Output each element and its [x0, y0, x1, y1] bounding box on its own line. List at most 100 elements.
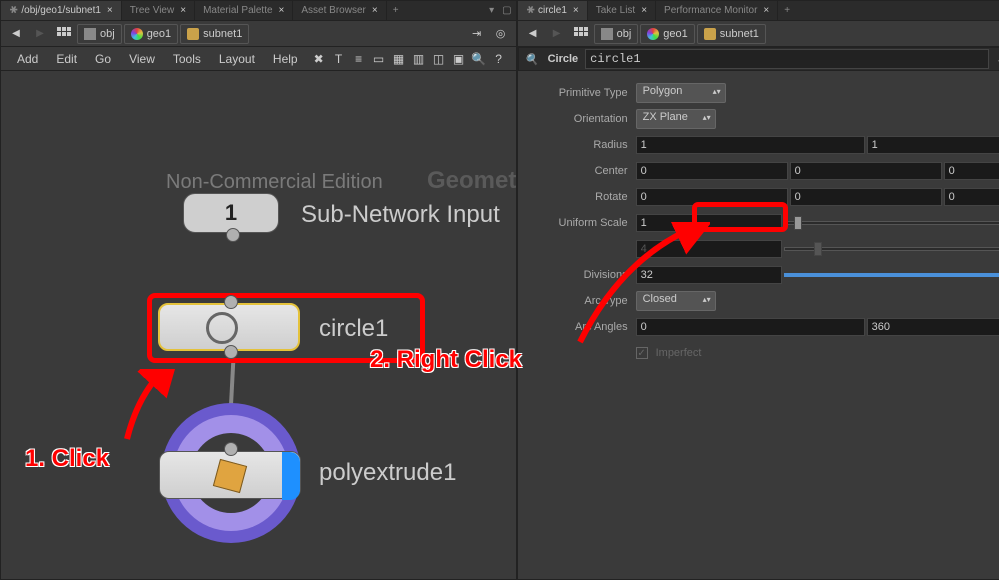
close-icon[interactable]: × — [372, 5, 378, 16]
nav-menu-button[interactable] — [53, 23, 75, 45]
param-center-x[interactable] — [636, 162, 788, 180]
box-icon[interactable]: ▭ — [370, 52, 388, 66]
menu-tools[interactable]: Tools — [165, 52, 209, 66]
palette-icon[interactable]: ▥ — [410, 52, 428, 66]
tab-asset-browser[interactable]: Asset Browser × — [293, 1, 386, 20]
tab-performance-monitor[interactable]: Performance Monitor × — [656, 1, 778, 20]
pin-button[interactable]: ⇥ — [466, 23, 488, 45]
tab-label: Tree View — [130, 5, 174, 16]
tab-circle1[interactable]: ✱ circle1 × — [518, 1, 588, 20]
close-icon[interactable]: × — [180, 5, 186, 16]
gear-icon[interactable]: ✲ — [993, 53, 999, 66]
label-circle1: circle1 — [319, 315, 388, 343]
tools-icon[interactable]: ✖ — [310, 52, 328, 66]
output-connector[interactable] — [224, 345, 238, 359]
node-subnet-input[interactable]: 1 — [183, 193, 279, 233]
add-tab-button[interactable]: + — [778, 5, 796, 16]
nav-back-button[interactable] — [522, 23, 544, 45]
param-divisions-slider[interactable] — [784, 266, 999, 284]
nav-back-button[interactable] — [5, 23, 27, 45]
obj-icon — [601, 28, 613, 40]
network-editor-panel: ✱ /obj/geo1/subnet1 × Tree View × Materi… — [0, 0, 517, 580]
left-toolbar: obj geo1 subnet1 ⇥ ◎ — [1, 21, 516, 47]
add-tab-button[interactable]: + — [387, 5, 405, 16]
geo-icon — [131, 28, 143, 40]
breadcrumb-obj[interactable]: obj — [77, 24, 122, 44]
right-toolbar: obj geo1 subnet1 ⇥ ◎ — [518, 21, 999, 47]
nav-menu-button[interactable] — [570, 23, 592, 45]
color-icon[interactable]: ▦ — [390, 52, 408, 66]
list-icon[interactable]: ≡ — [350, 52, 368, 66]
param-center: Center — [526, 159, 999, 183]
node-polyextrude1[interactable] — [159, 451, 301, 499]
menu-view[interactable]: View — [121, 52, 163, 66]
param-radius-x[interactable] — [636, 136, 865, 154]
network-menubar: Add Edit Go View Tools Layout Help ✖ T ≡… — [1, 47, 516, 71]
param-center-z[interactable] — [944, 162, 999, 180]
close-icon[interactable]: × — [107, 5, 113, 16]
annotation-step2: 2. Right Click — [370, 346, 522, 374]
sticky-icon[interactable]: ◫ — [430, 52, 448, 66]
menu-layout[interactable]: Layout — [211, 52, 263, 66]
label-polyextrude1: polyextrude1 — [319, 459, 456, 487]
param-rotate-x[interactable] — [636, 188, 788, 206]
operator-name-input[interactable] — [585, 49, 988, 69]
target-button[interactable]: ◎ — [490, 23, 512, 45]
node-circle1[interactable] — [158, 303, 300, 351]
param-dropdown-primtype[interactable]: Polygon▴▾ — [636, 83, 726, 103]
grid-icon — [57, 27, 71, 41]
param-radius-y[interactable] — [867, 136, 999, 154]
tab-material-palette[interactable]: Material Palette × — [195, 1, 293, 20]
obj-icon — [84, 28, 96, 40]
subnet-icon — [704, 28, 716, 40]
param-rotate-z[interactable] — [944, 188, 999, 206]
text-icon[interactable]: T — [330, 52, 348, 66]
param-uniform-scale-slider[interactable] — [784, 214, 999, 232]
image-icon[interactable]: ▣ — [450, 52, 468, 66]
maximize-pane-icon[interactable]: ▢ — [498, 5, 515, 16]
grid-icon — [574, 27, 588, 41]
search-icon[interactable]: 🔍 — [470, 52, 488, 66]
breadcrumb-subnet1[interactable]: subnet1 — [180, 24, 249, 44]
menu-help[interactable]: Help — [265, 52, 306, 66]
edition-watermark: Non-Commercial Edition — [166, 171, 383, 194]
pane-menu-icon[interactable]: ▾ — [485, 5, 498, 16]
geo-icon — [647, 28, 659, 40]
breadcrumb-geo1[interactable]: geo1 — [640, 24, 694, 44]
tab-network-path[interactable]: ✱ /obj/geo1/subnet1 × — [1, 1, 122, 20]
network-canvas[interactable]: Non-Commercial Edition Geometry 1 Sub-Ne… — [1, 71, 516, 579]
nav-forward-button[interactable] — [546, 23, 568, 45]
close-icon[interactable]: × — [573, 5, 579, 16]
tab-label: Performance Monitor — [664, 5, 757, 16]
input-connector[interactable] — [224, 442, 238, 456]
tab-take-list[interactable]: Take List × — [588, 1, 656, 20]
close-icon[interactable]: × — [641, 5, 647, 16]
param-arc-angle-end[interactable] — [867, 318, 999, 336]
output-connector[interactable] — [226, 228, 240, 242]
param-rotate-y[interactable] — [790, 188, 942, 206]
close-icon[interactable]: × — [279, 5, 285, 16]
close-icon[interactable]: × — [763, 5, 769, 16]
breadcrumb-subnet1[interactable]: subnet1 — [697, 24, 766, 44]
param-rotate: Rotate — [526, 185, 999, 209]
param-center-y[interactable] — [790, 162, 942, 180]
param-primitive-type: Primitive Type Polygon▴▾ — [526, 81, 999, 105]
nav-forward-button[interactable] — [29, 23, 51, 45]
chevron-updown-icon: ▴▾ — [713, 87, 721, 96]
breadcrumb-obj[interactable]: obj — [594, 24, 639, 44]
polyextrude-icon — [213, 459, 247, 493]
menu-edit[interactable]: Edit — [48, 52, 85, 66]
tab-label: /obj/geo1/subnet1 — [21, 5, 101, 16]
breadcrumb-geo1[interactable]: geo1 — [124, 24, 178, 44]
menu-go[interactable]: Go — [87, 52, 119, 66]
input-connector[interactable] — [224, 295, 238, 309]
operator-type: Circle — [545, 53, 582, 65]
display-flag[interactable] — [282, 452, 300, 500]
tab-label: Material Palette — [203, 5, 272, 16]
search-icon[interactable]: 🔍 — [523, 53, 541, 66]
tab-label: Take List — [596, 5, 635, 16]
param-dropdown-orientation[interactable]: ZX Plane▴▾ — [636, 109, 716, 129]
menu-add[interactable]: Add — [9, 52, 46, 66]
help-icon[interactable]: ? — [490, 52, 508, 66]
tab-tree-view[interactable]: Tree View × — [122, 1, 195, 20]
